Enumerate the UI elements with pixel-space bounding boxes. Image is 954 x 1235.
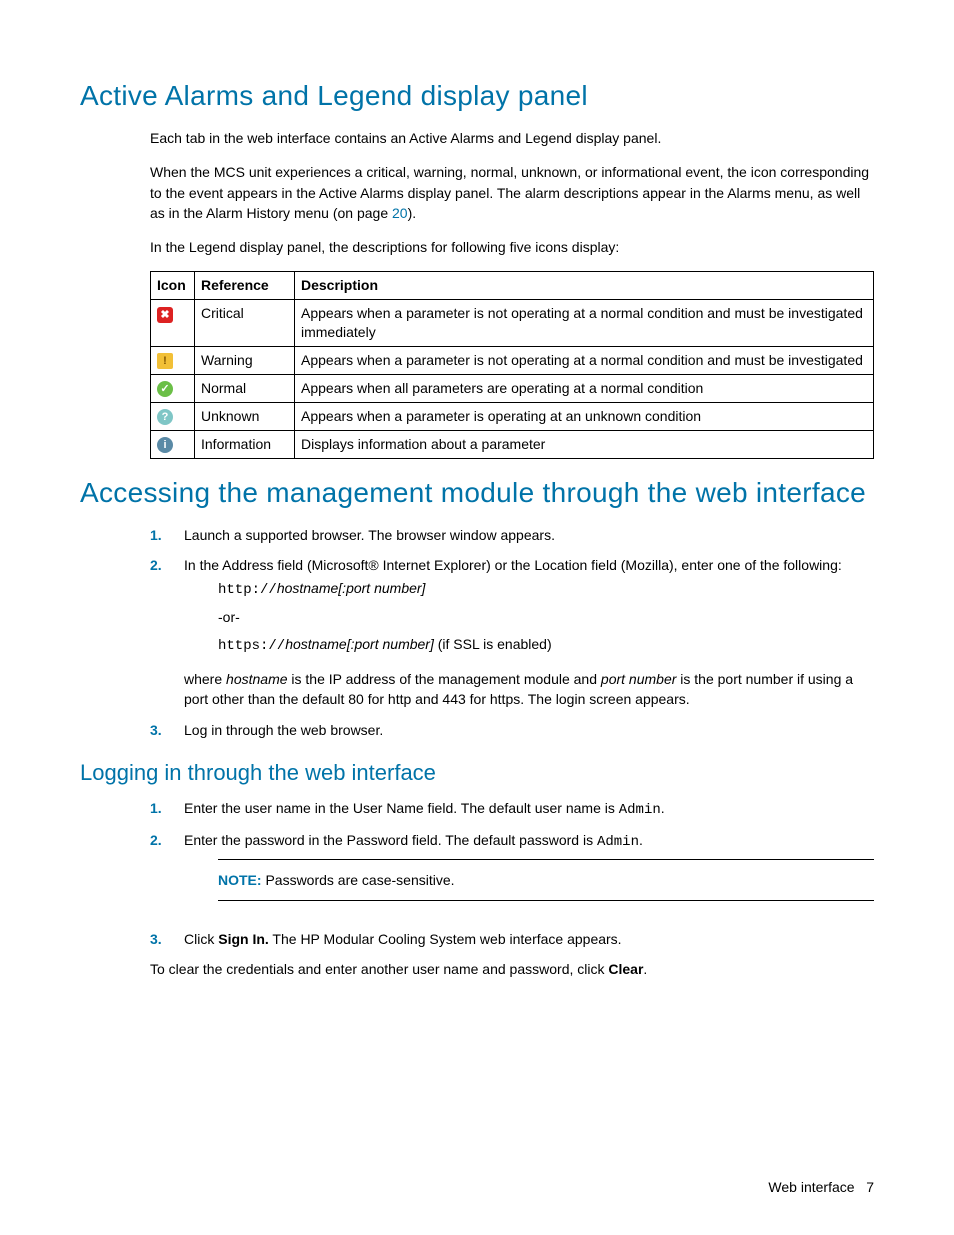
- s1-b: .: [661, 800, 665, 816]
- url-host-2: hostname[:port number]: [285, 636, 434, 652]
- cell-reference: Critical: [195, 300, 295, 347]
- url-host: hostname[:port number]: [277, 580, 426, 596]
- heading-accessing-module: Accessing the management module through …: [80, 477, 874, 509]
- intro-para-2: When the MCS unit experiences a critical…: [150, 162, 874, 223]
- step-text: Log in through the web browser.: [184, 720, 874, 740]
- s3-a: Click: [184, 931, 218, 947]
- step-text: Launch a supported browser. The browser …: [184, 525, 874, 545]
- critical-icon: ✖: [157, 307, 173, 323]
- where-port: port number: [601, 671, 676, 687]
- heading-active-alarms: Active Alarms and Legend display panel: [80, 80, 874, 112]
- access-step-2: 2. In the Address field (Microsoft® Inte…: [150, 555, 874, 710]
- page-link-20[interactable]: 20: [392, 205, 408, 221]
- login-step-2: 2. Enter the password in the Password fi…: [150, 830, 874, 919]
- cell-icon: ✓: [151, 375, 195, 403]
- s1-a: Enter the user name in the User Name fie…: [184, 800, 619, 816]
- where-hostname: hostname: [226, 671, 287, 687]
- th-description: Description: [295, 272, 874, 300]
- cell-reference: Information: [195, 430, 295, 458]
- s3-b: The HP Modular Cooling System web interf…: [269, 931, 622, 947]
- where-a: where: [184, 671, 226, 687]
- login-step-1: 1. Enter the user name in the User Name …: [150, 798, 874, 820]
- cell-description: Appears when all parameters are operatin…: [295, 375, 874, 403]
- intro-para-2-tail: ).: [408, 205, 417, 221]
- step-text: Enter the user name in the User Name fie…: [184, 798, 874, 820]
- s2-a: Enter the password in the Password field…: [184, 832, 597, 848]
- th-icon: Icon: [151, 272, 195, 300]
- url-scheme: http://: [218, 582, 277, 598]
- login-step-3: 3. Click Sign In. The HP Modular Cooling…: [150, 929, 874, 949]
- note-text: Passwords are case-sensitive.: [262, 872, 455, 888]
- s1-code: Admin: [619, 802, 661, 818]
- cell-icon: ✖: [151, 300, 195, 347]
- step-number: 3.: [150, 929, 184, 949]
- cell-reference: Normal: [195, 375, 295, 403]
- unknown-icon: ?: [157, 409, 173, 425]
- intro-para-2-text: When the MCS unit experiences a critical…: [150, 164, 869, 221]
- step-number: 1.: [150, 525, 184, 545]
- s2-b: .: [639, 832, 643, 848]
- table-row: ! WarningAppears when a parameter is not …: [151, 347, 874, 375]
- step-text: Click Sign In. The HP Modular Cooling Sy…: [184, 929, 874, 949]
- clear-credentials-para: To clear the credentials and enter anoth…: [150, 959, 874, 979]
- th-reference: Reference: [195, 272, 295, 300]
- cell-icon: i: [151, 430, 195, 458]
- legend-table: Icon Reference Description ✖CriticalAppe…: [150, 271, 874, 458]
- url-option-1: http://hostname[:port number] -or- https…: [218, 575, 874, 659]
- information-icon: i: [157, 437, 173, 453]
- access-step-1: 1. Launch a supported browser. The brows…: [150, 525, 874, 545]
- url-ssl-note: (if SSL is enabled): [434, 636, 552, 652]
- clear-bold: Clear: [608, 961, 643, 977]
- cell-description: Appears when a parameter is not operatin…: [295, 347, 874, 375]
- cell-icon: !: [151, 347, 195, 375]
- login-steps-list: 1. Enter the user name in the User Name …: [150, 798, 874, 949]
- where-clause: where hostname is the IP address of the …: [184, 669, 874, 710]
- access-steps-list: 1. Launch a supported browser. The brows…: [150, 525, 874, 740]
- access-step-3: 3. Log in through the web browser.: [150, 720, 874, 740]
- cell-description: Appears when a parameter is operating at…: [295, 402, 874, 430]
- step-number: 1.: [150, 798, 184, 820]
- table-row: ✓ NormalAppears when all parameters are o…: [151, 375, 874, 403]
- note-box: NOTE: Passwords are case-sensitive.: [218, 859, 874, 901]
- s3-bold: Sign In.: [218, 931, 269, 947]
- step-text: Enter the password in the Password field…: [184, 830, 874, 852]
- footer-section: Web interface: [768, 1179, 854, 1195]
- heading-logging-in: Logging in through the web interface: [80, 760, 874, 786]
- cell-icon: ?: [151, 402, 195, 430]
- s2-code: Admin: [597, 834, 639, 850]
- page-footer: Web interface 7: [768, 1179, 874, 1195]
- step-number: 2.: [150, 555, 184, 710]
- cell-description: Displays information about a parameter: [295, 430, 874, 458]
- table-row: ? UnknownAppears when a parameter is oper…: [151, 402, 874, 430]
- table-row: i InformationDisplays information about a…: [151, 430, 874, 458]
- table-header-row: Icon Reference Description: [151, 272, 874, 300]
- cell-description: Appears when a parameter is not operatin…: [295, 300, 874, 347]
- url-scheme-2: https://: [218, 638, 285, 654]
- clear-a: To clear the credentials and enter anoth…: [150, 961, 608, 977]
- or-text: -or-: [218, 609, 240, 625]
- table-row: ✖ CriticalAppears when a parameter is not…: [151, 300, 874, 347]
- step-text: In the Address field (Microsoft® Interne…: [184, 555, 874, 575]
- step-number: 3.: [150, 720, 184, 740]
- step-number: 2.: [150, 830, 184, 919]
- warning-icon: !: [157, 353, 173, 369]
- footer-page-number: 7: [866, 1179, 874, 1195]
- normal-icon: ✓: [157, 381, 173, 397]
- note-label: NOTE:: [218, 872, 262, 888]
- cell-reference: Unknown: [195, 402, 295, 430]
- where-b: is the IP address of the management modu…: [288, 671, 601, 687]
- clear-b: .: [643, 961, 647, 977]
- intro-para-1: Each tab in the web interface contains a…: [150, 128, 874, 148]
- intro-para-3: In the Legend display panel, the descrip…: [150, 237, 874, 257]
- cell-reference: Warning: [195, 347, 295, 375]
